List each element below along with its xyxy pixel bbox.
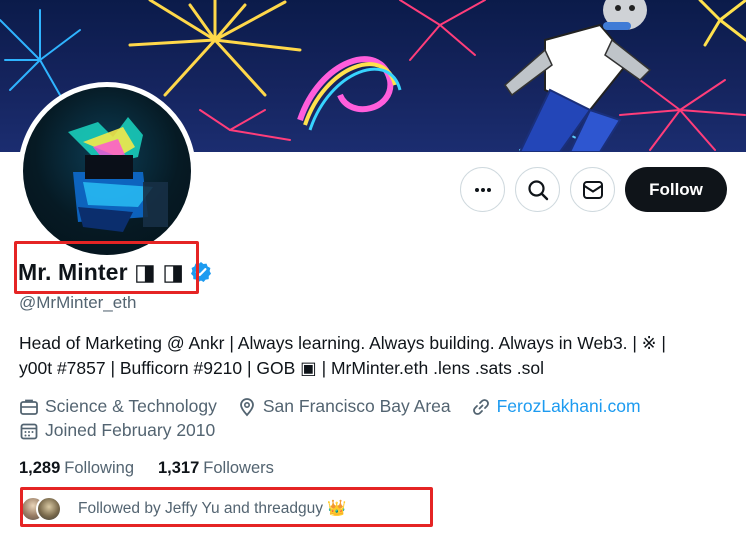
more-horizontal-icon (474, 187, 491, 192)
location-pin-icon (239, 397, 254, 416)
search-button[interactable] (515, 167, 560, 212)
profile-bio: Head of Marketing @ Ankr | Always learni… (19, 331, 734, 381)
message-button[interactable] (570, 167, 615, 212)
followers-count: 1,317 (158, 459, 200, 477)
website-item[interactable]: FerozLakhani.com (471, 396, 641, 417)
envelope-icon (582, 180, 603, 199)
profile-meta-row: Science & Technology San Francisco Bay A… (19, 396, 661, 417)
link-icon (472, 398, 489, 415)
search-icon (527, 179, 548, 200)
profile-joined-row: Joined February 2010 (19, 420, 235, 441)
followed-by-highlight-box (20, 487, 433, 527)
profile-avatar[interactable] (18, 82, 196, 260)
avatar-image (23, 87, 191, 255)
briefcase-icon (20, 399, 38, 415)
profile-stats: 1,289 Following 1,317 Followers (19, 459, 298, 478)
joined-text: Joined February 2010 (45, 420, 216, 440)
more-button[interactable] (460, 167, 505, 212)
profile-page: Follow Mr. Minter ◨ ◨ @MrMinter_eth Head… (0, 0, 746, 541)
followers-link[interactable]: 1,317 Followers (158, 459, 274, 478)
following-count: 1,289 (19, 459, 61, 477)
name-highlight-box (14, 241, 199, 294)
location-text: San Francisco Bay Area (262, 396, 451, 416)
following-label: Following (64, 459, 134, 477)
calendar-icon (20, 423, 38, 439)
profile-handle: @MrMinter_eth (19, 293, 137, 312)
category-text: Science & Technology (45, 396, 217, 416)
bio-line-2: y00t #7857 | Bufficorn #9210 | GOB ▣ | M… (19, 358, 544, 378)
joined-item: Joined February 2010 (19, 420, 215, 441)
bio-line-1: Head of Marketing @ Ankr | Always learni… (19, 333, 666, 353)
follow-button[interactable]: Follow (625, 167, 727, 212)
category-item: Science & Technology (19, 396, 217, 417)
location-item: San Francisco Bay Area (237, 396, 451, 417)
followers-label: Followers (203, 459, 274, 477)
following-link[interactable]: 1,289 Following (19, 459, 134, 478)
website-link[interactable]: FerozLakhani.com (497, 396, 641, 417)
